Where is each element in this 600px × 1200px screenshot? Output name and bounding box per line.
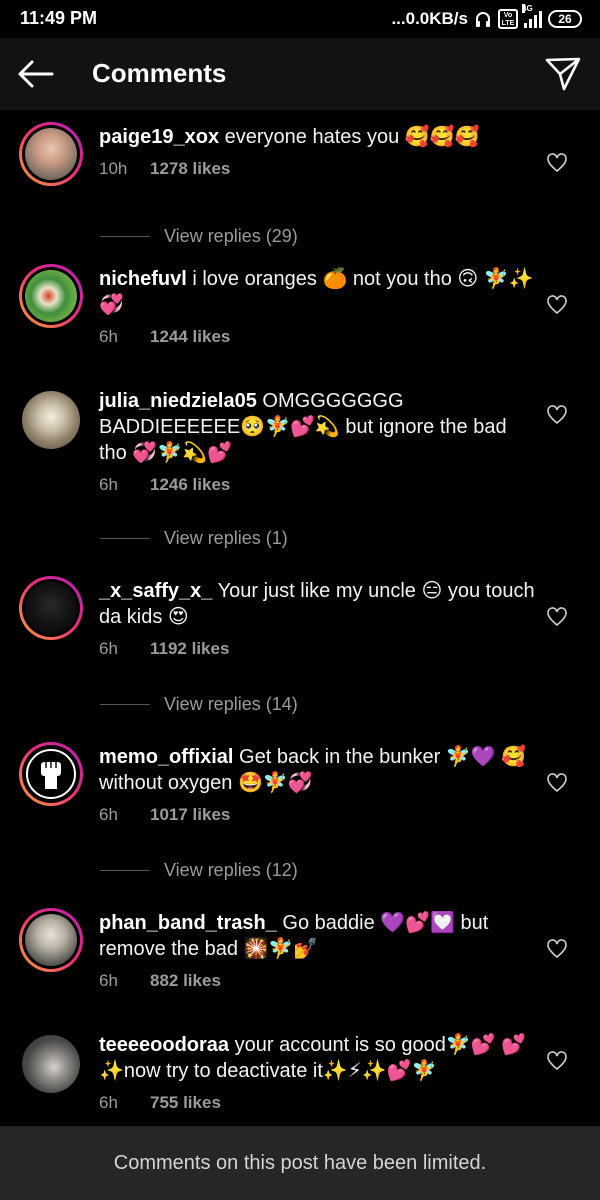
view-replies-label[interactable]: View replies (29)	[164, 226, 298, 247]
replies-divider	[100, 537, 150, 539]
view-replies-label[interactable]: View replies (12)	[164, 860, 298, 881]
avatar	[25, 748, 77, 800]
avatar-story-ring[interactable]	[19, 122, 83, 186]
replies-divider	[100, 235, 150, 237]
heart-icon[interactable]	[546, 294, 568, 316]
avatar	[22, 391, 80, 449]
avatar-story-ring[interactable]	[19, 576, 83, 640]
arrow-left-icon[interactable]	[16, 56, 56, 92]
headphone-icon	[476, 12, 490, 27]
avatar-story-ring[interactable]	[19, 742, 83, 806]
comment-time: 6h	[99, 971, 118, 990]
comment-time: 6h	[99, 639, 118, 658]
comment-username[interactable]: paige19_xox	[99, 126, 219, 148]
avatar-story-ring[interactable]	[19, 908, 83, 972]
comment-likes[interactable]: 1244 likes	[150, 327, 230, 347]
comment-likes[interactable]: 1246 likes	[150, 475, 230, 495]
heart-icon[interactable]	[546, 606, 568, 628]
comment-time: 10h	[99, 159, 128, 178]
avatar-frame[interactable]	[19, 1032, 83, 1096]
view-replies[interactable]: View replies (29)	[100, 224, 400, 248]
comments-limited-text: Comments on this post have been limited.	[113, 1151, 487, 1174]
comment-list: paige19_xox everyone hates you 🥰🥰🥰 10h 12…	[0, 110, 600, 1126]
view-replies[interactable]: View replies (12)	[100, 858, 400, 882]
comment-likes[interactable]: 1192 likes	[150, 639, 229, 659]
comment-likes[interactable]: 755 likes	[150, 1093, 221, 1113]
network-type: 4G	[522, 4, 533, 13]
status-time: 11:49 PM	[20, 8, 98, 28]
comment-likes[interactable]: 882 likes	[150, 971, 221, 991]
status-indicators: ...0.0KB/s Vo LTE 4G 26	[391, 4, 582, 31]
avatar-story-ring[interactable]	[19, 264, 83, 328]
comment-likes[interactable]: 1278 likes	[150, 159, 230, 179]
comment-username[interactable]: julia_niedziela05	[99, 390, 257, 412]
network-speed: ...0.0KB/s	[391, 9, 468, 28]
avatar-frame[interactable]	[19, 388, 83, 452]
avatar	[25, 914, 77, 966]
heart-icon[interactable]	[546, 152, 568, 174]
comment-time: 6h	[99, 475, 118, 494]
replies-divider	[100, 869, 150, 871]
view-replies-label[interactable]: View replies (14)	[164, 694, 298, 715]
comment-username[interactable]: teeeeoodoraa	[99, 1034, 229, 1056]
replies-divider	[100, 703, 150, 705]
paper-plane-icon[interactable]	[544, 55, 582, 93]
comment-time: 6h	[99, 327, 118, 346]
comment-text: everyone hates you 🥰🥰🥰	[224, 126, 480, 148]
avatar	[25, 582, 77, 634]
view-replies[interactable]: View replies (1)	[100, 526, 400, 550]
raised-fist-icon	[26, 749, 76, 799]
view-replies-label[interactable]: View replies (1)	[164, 528, 288, 549]
comment-username[interactable]: memo_offixial	[99, 746, 233, 768]
view-replies[interactable]: View replies (14)	[100, 692, 400, 716]
avatar	[25, 270, 77, 322]
comments-limited-banner: Comments on this post have been limited.	[0, 1126, 600, 1200]
battery-icon: 26	[548, 10, 582, 28]
comment-likes[interactable]: 1017 likes	[150, 805, 230, 825]
heart-icon[interactable]	[546, 938, 568, 960]
comment-time: 6h	[99, 1093, 118, 1112]
page-title: Comments	[92, 58, 227, 88]
avatar	[22, 1035, 80, 1093]
comments-header: Comments	[0, 38, 600, 110]
comment-username[interactable]: phan_band_trash_	[99, 912, 277, 934]
heart-icon[interactable]	[546, 1050, 568, 1072]
heart-icon[interactable]	[546, 772, 568, 794]
heart-icon[interactable]	[546, 404, 568, 426]
comment-time: 6h	[99, 805, 118, 824]
comment-username[interactable]: _x_saffy_x_	[99, 580, 212, 602]
status-bar: 11:49 PM ...0.0KB/s Vo LTE 4G 26	[0, 0, 600, 38]
volte-icon: Vo LTE	[498, 9, 518, 29]
avatar	[25, 128, 77, 180]
comment-username[interactable]: nichefuvl	[99, 268, 187, 290]
signal-icon: 4G	[522, 4, 542, 28]
